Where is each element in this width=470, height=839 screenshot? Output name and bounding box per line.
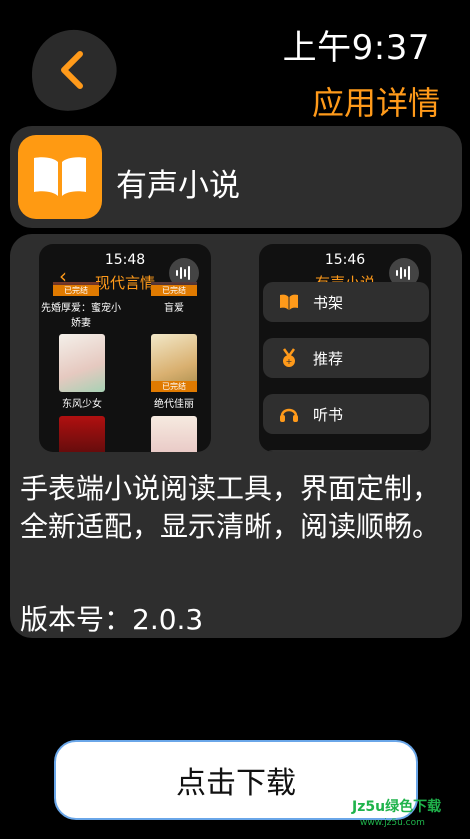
book-title: 绝代佳丽	[154, 399, 194, 410]
book-cover	[59, 416, 105, 452]
book-cover	[59, 334, 105, 392]
menu-item-recommend[interactable]: + 推荐	[263, 338, 429, 378]
menu-label: 推荐	[313, 350, 344, 368]
book-title: 盲爱	[164, 303, 184, 314]
book-title: 先婚厚爱：蜜宠小娇妻	[41, 303, 121, 329]
book-item[interactable]: 已完结 先婚厚爱：蜜宠小娇妻	[41, 282, 121, 329]
medal-icon: +	[282, 348, 296, 367]
version-label: 版本号：2.0.3	[20, 603, 204, 636]
app-description: 手表端小说阅读工具，界面定制，全新适配，显示清晰，阅读顺畅。	[20, 472, 441, 543]
book-item[interactable]: 已完结 盲爱	[149, 282, 199, 314]
book-cover	[151, 416, 197, 452]
back-button[interactable]	[19, 18, 127, 122]
app-name: 有声小说	[116, 168, 240, 204]
book-cover: 已完结	[151, 282, 197, 296]
menu-item-listen[interactable]: 听书	[263, 394, 429, 434]
book-cover: 已完结	[151, 334, 197, 392]
svg-text:+: +	[286, 357, 293, 366]
book-item[interactable]: 已完结 绝代佳丽	[149, 334, 199, 410]
book-item[interactable]: 东风少女	[57, 334, 107, 410]
book-title: 东风少女	[62, 399, 102, 410]
screenshot-preview[interactable]: 15:46 有声小说 书架 + 推荐 听书	[259, 244, 431, 452]
screenshot-preview[interactable]: 15:48 ‹ 现代言情 已完结 先婚厚爱：蜜宠小娇妻 已完结 盲爱 东风少女	[39, 244, 211, 452]
status-time: 上午9:37	[282, 28, 430, 68]
watermark: Jz5u绿色下载	[352, 799, 442, 815]
menu-label: 听书	[313, 406, 344, 424]
status-badge: 已完结	[151, 381, 197, 392]
app-detail-card: 15:48 ‹ 现代言情 已完结 先婚厚爱：蜜宠小娇妻 已完结 盲爱 东风少女	[10, 234, 462, 638]
menu-item-more[interactable]	[263, 450, 429, 452]
chevron-left-icon	[61, 51, 83, 89]
menu-item-bookshelf[interactable]: 书架	[263, 282, 429, 322]
book-icon	[18, 135, 102, 219]
book-cover: 已完结	[53, 282, 99, 296]
status-badge: 已完结	[151, 285, 197, 296]
book-icon	[280, 294, 298, 310]
headphones-icon	[280, 408, 298, 422]
menu-label: 书架	[313, 294, 344, 312]
watermark-url: www.jz5u.com	[360, 818, 425, 828]
book-item[interactable]	[149, 416, 199, 452]
page-title: 应用详情	[311, 84, 440, 122]
app-header-card: 有声小说	[10, 126, 462, 228]
book-item[interactable]	[57, 416, 107, 452]
status-badge: 已完结	[53, 285, 99, 296]
